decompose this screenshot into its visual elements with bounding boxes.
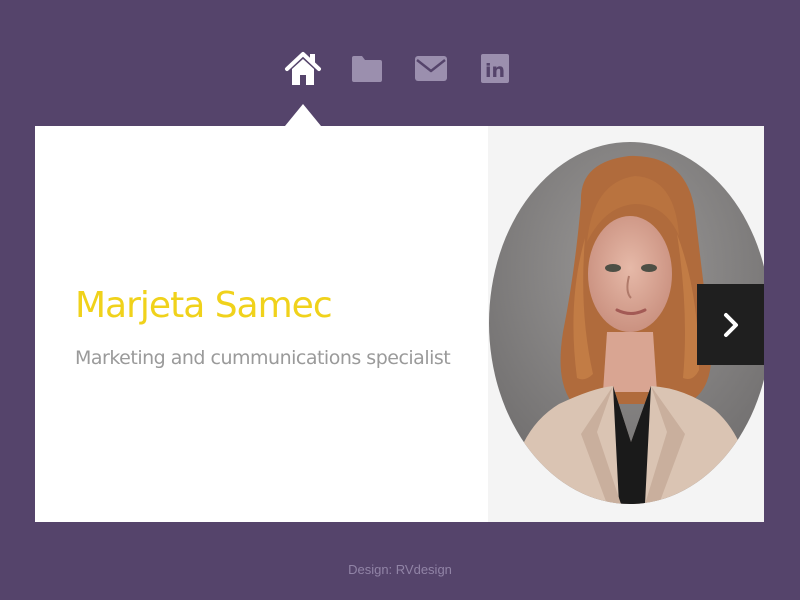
main-nav: in bbox=[0, 48, 800, 88]
profile-name: Marjeta Samec bbox=[75, 285, 333, 326]
profile-card: Marjeta Samec Marketing and cummunicatio… bbox=[35, 126, 764, 522]
active-nav-pointer bbox=[285, 104, 321, 126]
nav-linkedin[interactable]: in bbox=[475, 48, 515, 88]
next-slide-button[interactable] bbox=[697, 284, 764, 365]
mail-icon bbox=[415, 56, 447, 81]
linkedin-glyph: in bbox=[485, 60, 505, 82]
home-icon bbox=[285, 52, 321, 85]
nav-home[interactable] bbox=[283, 48, 323, 88]
nav-mail[interactable] bbox=[411, 48, 451, 88]
footer-credit: Design: RVdesign bbox=[348, 562, 452, 577]
linkedin-icon: in bbox=[481, 54, 509, 83]
nav-folder[interactable] bbox=[347, 48, 387, 88]
chevron-right-icon bbox=[723, 312, 738, 337]
folder-icon bbox=[352, 56, 382, 82]
profile-title: Marketing and cummunications specialist bbox=[75, 347, 451, 369]
